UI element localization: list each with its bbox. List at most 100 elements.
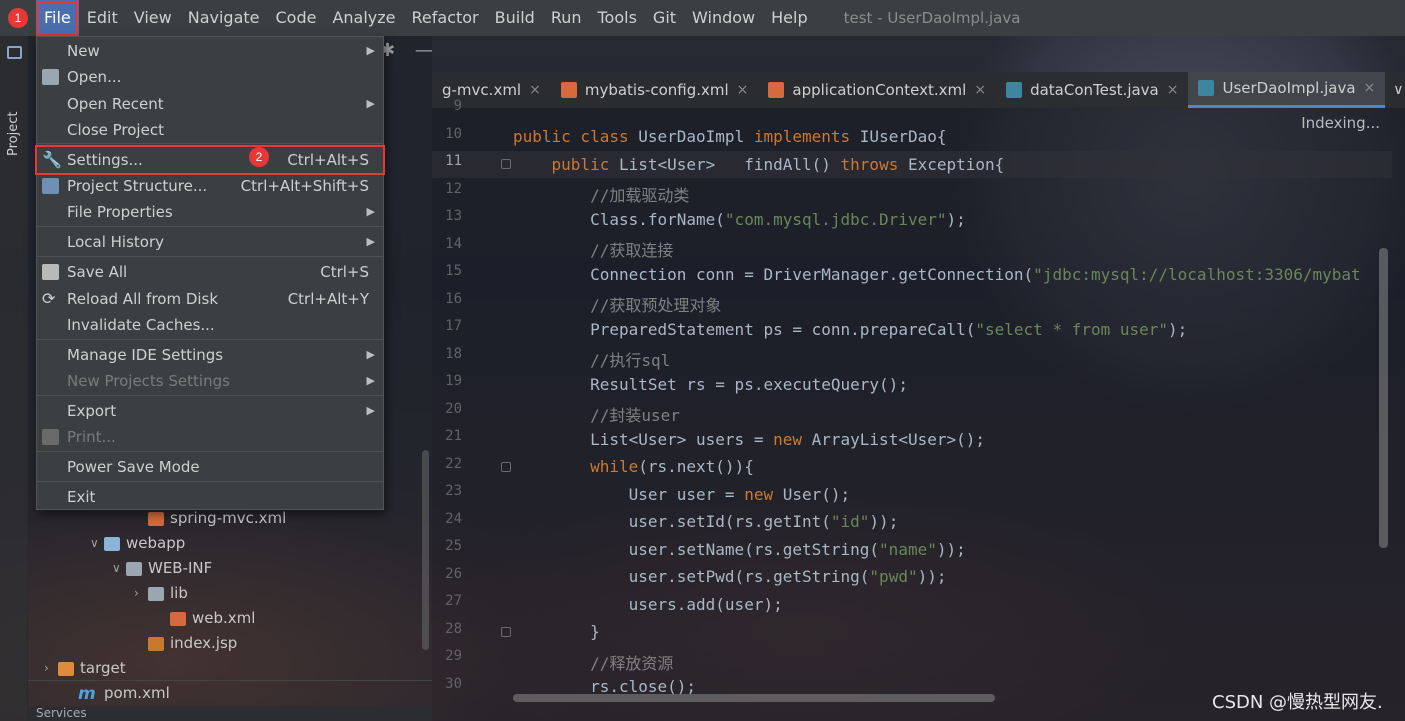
menu-separator bbox=[37, 226, 383, 227]
tree-item-label: WEB-INF bbox=[148, 559, 213, 577]
project-tree-item-target[interactable]: › target bbox=[44, 656, 126, 681]
menu-git[interactable]: Git bbox=[645, 0, 684, 36]
close-tab-icon[interactable]: × bbox=[529, 72, 541, 108]
menu-view[interactable]: View bbox=[126, 0, 180, 36]
code-line[interactable]: List<User> users = new ArrayList<User>()… bbox=[513, 430, 985, 449]
editor-tab-datacontest-java[interactable]: dataConTest.java × bbox=[996, 72, 1188, 108]
submenu-arrow-icon: ▶ bbox=[366, 44, 375, 57]
code-line[interactable]: while(rs.next()){ bbox=[513, 457, 754, 476]
code-line[interactable]: //释放资源 bbox=[513, 650, 673, 674]
tree-item-label: webapp bbox=[126, 534, 186, 552]
file-menu-item-exit[interactable]: Exit bbox=[37, 484, 383, 510]
file-menu-item-close-project[interactable]: Close Project bbox=[37, 117, 383, 143]
file-menu-item-manage-ide-settings[interactable]: Manage IDE Settings ▶ bbox=[37, 342, 383, 368]
fold-marker-icon[interactable] bbox=[501, 626, 511, 637]
code-line[interactable]: } bbox=[513, 622, 600, 641]
code-line[interactable]: user.setName(rs.getString("name")); bbox=[513, 540, 966, 559]
chevron-right-icon[interactable]: › bbox=[44, 656, 58, 681]
code-line[interactable]: public List<User> findAll() throws Excep… bbox=[513, 154, 1005, 174]
file-menu-item-open-recent[interactable]: Open Recent ▶ bbox=[37, 91, 383, 117]
close-tab-icon[interactable]: × bbox=[737, 72, 749, 108]
code-token: public bbox=[551, 154, 619, 174]
menu-edit[interactable]: Edit bbox=[79, 0, 126, 36]
editor-horizontal-scrollbar[interactable] bbox=[513, 694, 995, 702]
hide-panel-icon[interactable]: — bbox=[415, 40, 433, 61]
code-line[interactable]: //加载驱动类 bbox=[513, 182, 689, 206]
menu-refactor[interactable]: Refactor bbox=[404, 0, 487, 36]
close-tab-icon[interactable]: × bbox=[1364, 70, 1376, 106]
project-tree-item-pom-xml[interactable]: m pom.xml bbox=[78, 681, 170, 706]
file-menu-item-open[interactable]: Open... bbox=[37, 64, 383, 90]
code-line[interactable]: //执行sql bbox=[513, 347, 670, 371]
code-line[interactable]: //获取预处理对象 bbox=[513, 292, 721, 316]
file-menu-item-file-properties[interactable]: File Properties ▶ bbox=[37, 199, 383, 225]
menu-navigate[interactable]: Navigate bbox=[180, 0, 268, 36]
tab-label: applicationContext.xml bbox=[792, 80, 967, 99]
fold-marker-icon[interactable] bbox=[501, 159, 511, 169]
menu-code[interactable]: Code bbox=[268, 0, 325, 36]
file-menu-item-invalidate-caches[interactable]: Invalidate Caches... bbox=[37, 312, 383, 338]
menu-file[interactable]: File bbox=[36, 0, 79, 36]
close-tab-icon[interactable]: × bbox=[1167, 72, 1179, 108]
chevron-down-icon[interactable]: ∨ bbox=[112, 556, 126, 581]
file-menu-item-settings[interactable]: 🔧 Settings... Ctrl+Alt+S bbox=[35, 145, 385, 175]
project-tree-item-lib[interactable]: › lib bbox=[134, 581, 188, 606]
code-editor[interactable]: 9 10 11 12 13 14 15 16 17 18 19 20 21 22 23 24 25 26 27 28 2… bbox=[432, 98, 1405, 721]
menu-run[interactable]: Run bbox=[543, 0, 590, 36]
editor-vertical-scrollbar[interactable] bbox=[1379, 248, 1388, 548]
file-menu-item-reload-all-from-disk[interactable]: ⟳ Reload All from Disk Ctrl+Alt+Y bbox=[37, 286, 383, 312]
editor-tab-mybatis-config-xml[interactable]: mybatis-config.xml × bbox=[551, 72, 759, 108]
menu-tools[interactable]: Tools bbox=[590, 0, 645, 36]
xml-file-icon bbox=[768, 81, 785, 98]
fold-marker-icon[interactable] bbox=[501, 461, 511, 472]
annotation-badge-1: 1 bbox=[8, 8, 28, 28]
project-tree-item-index-jsp[interactable]: index.jsp bbox=[148, 631, 237, 656]
project-tool-window-button[interactable]: Project bbox=[6, 112, 21, 156]
chevron-right-icon[interactable]: › bbox=[134, 581, 148, 606]
submenu-arrow-icon: ▶ bbox=[366, 348, 375, 361]
submenu-arrow-icon: ▶ bbox=[366, 235, 375, 248]
code-line[interactable]: user.setPwd(rs.getString("pwd")); bbox=[513, 567, 947, 586]
code-token: User user = bbox=[513, 484, 745, 504]
menu-help[interactable]: Help bbox=[763, 0, 815, 36]
editor-tab-applicationcontext-xml[interactable]: applicationContext.xml × bbox=[758, 72, 996, 108]
close-tab-icon[interactable]: × bbox=[974, 72, 986, 108]
project-tree-item-web-inf[interactable]: ∨ WEB-INF bbox=[112, 556, 212, 581]
project-tree-scrollbar[interactable] bbox=[422, 450, 429, 650]
code-token: implements bbox=[753, 127, 860, 146]
editor-tab-userdaoimpl-java[interactable]: UserDaoImpl.java × bbox=[1188, 70, 1386, 108]
print-icon bbox=[42, 429, 59, 445]
code-token: } bbox=[513, 622, 600, 641]
code-token: users.add(user); bbox=[513, 594, 783, 614]
project-view-icon[interactable] bbox=[7, 46, 22, 59]
code-line[interactable]: //封装user bbox=[513, 402, 680, 426]
code-line[interactable]: PreparedStatement ps = conn.prepareCall(… bbox=[513, 320, 1187, 339]
services-strip[interactable]: Services bbox=[28, 706, 432, 721]
file-menu-item-project-structure[interactable]: Project Structure... Ctrl+Alt+Shift+S bbox=[37, 173, 383, 199]
chevron-down-icon[interactable]: ∨ bbox=[90, 531, 104, 556]
code-token: throws bbox=[840, 154, 908, 174]
code-line[interactable]: user.setId(rs.getInt("id")); bbox=[513, 512, 899, 531]
menu-build[interactable]: Build bbox=[487, 0, 543, 36]
file-menu-item-export[interactable]: Export ▶ bbox=[37, 398, 383, 424]
code-line[interactable]: Connection conn = DriverManager.getConne… bbox=[513, 265, 1361, 284]
code-line[interactable]: User user = new User(); bbox=[513, 484, 851, 504]
code-line[interactable]: ResultSet rs = ps.executeQuery(); bbox=[513, 375, 908, 394]
code-line[interactable]: public class UserDaoImpl implements IUse… bbox=[513, 127, 947, 146]
code-token: ); bbox=[1168, 319, 1188, 339]
file-menu-item-power-save-mode[interactable]: Power Save Mode bbox=[37, 454, 383, 480]
menu-analyze[interactable]: Analyze bbox=[324, 0, 403, 36]
code-line[interactable]: //获取连接 bbox=[513, 237, 673, 261]
code-line[interactable]: users.add(user); bbox=[513, 595, 783, 614]
project-tree-item-webapp[interactable]: ∨ webapp bbox=[90, 531, 185, 556]
menu-item-label: Reload All from Disk bbox=[67, 290, 219, 308]
file-menu-item-new[interactable]: New ▶ bbox=[37, 38, 383, 64]
file-menu-item-save-all[interactable]: Save All Ctrl+S bbox=[37, 259, 383, 285]
line-number: 13 bbox=[445, 208, 462, 224]
jsp-file-icon bbox=[148, 636, 164, 651]
project-tree-item-web-xml[interactable]: web.xml bbox=[170, 606, 255, 631]
file-menu-item-local-history[interactable]: Local History ▶ bbox=[37, 229, 383, 255]
menu-window[interactable]: Window bbox=[684, 0, 763, 36]
code-line[interactable]: Class.forName("com.mysql.jdbc.Driver"); bbox=[513, 210, 966, 229]
tab-overflow-chevron-icon[interactable]: ∨ bbox=[1393, 82, 1403, 98]
